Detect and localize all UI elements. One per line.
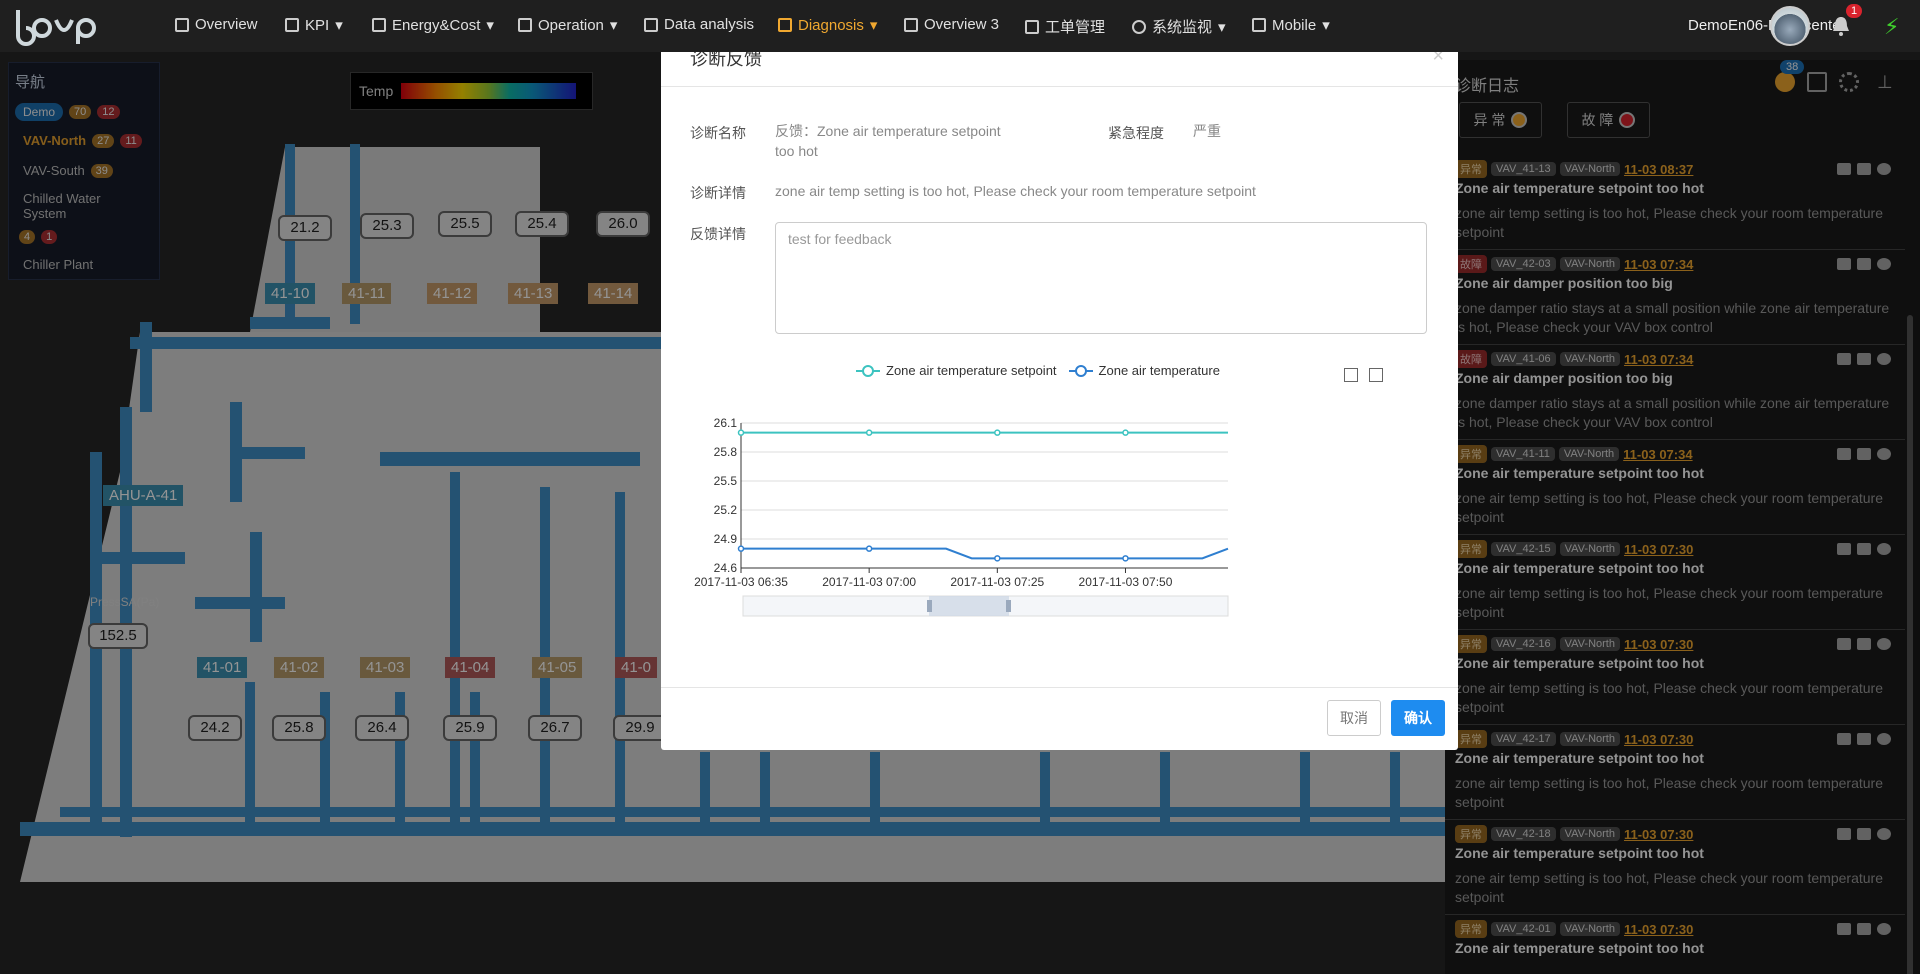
legend-item-zone-temp[interactable]: Zone air temperature xyxy=(1068,363,1220,378)
dashboard-icon xyxy=(175,17,189,32)
data-point[interactable] xyxy=(865,429,873,436)
nav-overview[interactable]: Overview xyxy=(175,16,258,33)
nav-work-orders[interactable]: 工单管理 xyxy=(1025,16,1105,37)
cancel-button[interactable]: 取消 xyxy=(1327,700,1381,736)
data-point[interactable] xyxy=(1122,429,1129,436)
nav-diagnosis[interactable]: Diagnosis ▾ xyxy=(778,16,877,34)
layers-icon xyxy=(1252,18,1266,32)
legend-marker xyxy=(1068,364,1093,377)
nav-mobile[interactable]: Mobile ▾ xyxy=(1252,16,1330,34)
x-tick-label: 2017-11-03 07:25 xyxy=(950,575,1044,589)
zoom-icon[interactable] xyxy=(1344,368,1358,382)
data-point[interactable] xyxy=(865,545,873,552)
y-tick-label: 25.2 xyxy=(714,503,738,517)
nav-operation[interactable]: Operation ▾ xyxy=(518,16,617,34)
confirm-button[interactable]: 确认 xyxy=(1391,700,1445,736)
x-tick-label: 2017-11-03 06:35 xyxy=(694,575,788,589)
bell-icon[interactable] xyxy=(1832,16,1850,36)
bar-chart-icon xyxy=(644,17,658,32)
feedback-detail-label: 反馈详情 xyxy=(690,226,746,242)
zoom-reset-icon[interactable] xyxy=(1369,368,1383,382)
grid-icon xyxy=(904,17,918,32)
layers-icon xyxy=(778,18,792,32)
feedback-textarea[interactable]: test for feedback xyxy=(775,222,1427,334)
y-tick-label: 26.1 xyxy=(714,416,738,430)
y-tick-label: 24.9 xyxy=(714,532,738,546)
data-point[interactable] xyxy=(1122,555,1129,562)
diagnosis-name-label: 诊断名称 xyxy=(690,125,746,141)
x-tick-label: 2017-11-03 07:00 xyxy=(822,575,916,589)
urgency-value: 严重 xyxy=(1193,123,1221,139)
legend-item-setpoint[interactable]: Zone air temperature setpoint xyxy=(856,363,1057,378)
zoom-handle-left[interactable] xyxy=(927,600,932,612)
diagnosis-detail-value: zone air temp setting is too hot, Please… xyxy=(775,183,1256,199)
user-name[interactable]: DemoEn06-R&D center xyxy=(1688,17,1846,34)
data-point[interactable] xyxy=(994,429,1001,436)
urgency-label: 紧急程度 xyxy=(1108,125,1164,141)
data-point[interactable] xyxy=(737,429,745,436)
legend-label: Zone air temperature setpoint xyxy=(886,363,1057,378)
temperature-chart: 24.6 24.9 25.2 25.5 25.8 26.1 2017-11-03 06:35… xyxy=(694,416,1229,617)
beop-logo[interactable] xyxy=(12,6,104,46)
nav-overview-3[interactable]: Overview 3 xyxy=(904,16,999,33)
diagnosis-feedback-dialog: 诊断反馈 × 诊断名称 反馈：Zone air temperature setp… xyxy=(661,31,1458,750)
nav-data-analysis[interactable]: Data analysis xyxy=(644,16,754,33)
zoom-slider-window[interactable] xyxy=(929,596,1009,616)
location-icon xyxy=(1132,19,1146,34)
bar-chart-icon xyxy=(1025,19,1039,34)
series-line-1 xyxy=(741,547,1229,560)
top-navbar: Overview KPI ▾ Energy&Cost ▾ Operation ▾… xyxy=(0,0,1920,52)
avatar[interactable] xyxy=(1770,6,1810,46)
x-tick-label: 2017-11-03 07:50 xyxy=(1079,575,1173,589)
nav-energy-cost[interactable]: Energy&Cost ▾ xyxy=(372,16,494,34)
layers-icon xyxy=(372,18,386,32)
notification-badge: 1 xyxy=(1846,4,1863,18)
nav-kpi[interactable]: KPI ▾ xyxy=(285,16,343,34)
bolt-icon[interactable]: ⚡ xyxy=(1884,14,1899,40)
diagnosis-detail-label: 诊断详情 xyxy=(690,185,746,201)
diagnosis-name-value: 反馈：Zone air temperature setpoint too hot xyxy=(775,123,1001,159)
legend-marker xyxy=(856,364,880,377)
y-tick-label: 25.8 xyxy=(714,445,738,459)
data-point[interactable] xyxy=(994,555,1001,562)
nav-system-monitor[interactable]: 系统监视 ▾ xyxy=(1132,16,1226,37)
y-tick-label: 25.5 xyxy=(714,474,738,488)
legend-label: Zone air temperature xyxy=(1098,363,1220,378)
layers-icon xyxy=(285,18,299,32)
layers-icon xyxy=(518,18,532,32)
y-tick-label: 24.6 xyxy=(714,561,738,575)
data-point[interactable] xyxy=(737,545,745,552)
chart-legend: Zone air temperature setpoint Zone air t… xyxy=(856,363,1220,378)
zoom-handle-right[interactable] xyxy=(1006,600,1011,612)
